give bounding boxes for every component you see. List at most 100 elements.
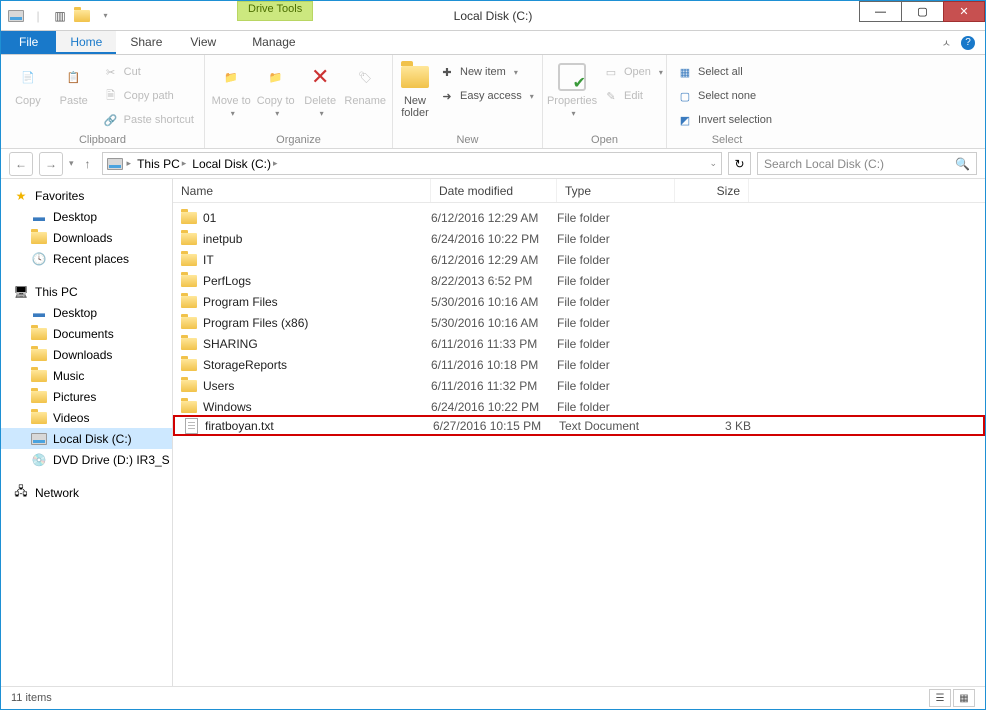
tree-videos[interactable]: Videos — [1, 407, 172, 428]
computer-icon: 🖥 — [13, 284, 29, 300]
file-name: Windows — [203, 400, 252, 414]
crumb-local-disk[interactable]: Local Disk (C:)▸ — [190, 157, 279, 171]
search-icon[interactable]: 🔍 — [955, 157, 970, 171]
select-none-button[interactable]: ▢Select none — [673, 85, 776, 107]
refresh-button[interactable]: ↻ — [728, 152, 751, 175]
tree-downloads-2[interactable]: Downloads — [1, 344, 172, 365]
invert-selection-button[interactable]: ◩Invert selection — [673, 109, 776, 131]
tree-music[interactable]: Music — [1, 365, 172, 386]
desktop-icon: ▬ — [31, 305, 47, 321]
qat-sep: | — [29, 7, 47, 25]
properties-button[interactable]: Properties — [549, 57, 595, 118]
help-icon[interactable]: ? — [961, 36, 975, 50]
back-button[interactable]: ← — [9, 152, 33, 176]
open-button[interactable]: ▭Open — [599, 61, 667, 83]
qat-properties-icon[interactable]: ▥ — [51, 7, 69, 25]
file-date: 6/24/2016 10:22 PM — [431, 232, 557, 246]
window-title: Local Disk (C:) — [454, 9, 533, 23]
downloads-icon — [31, 230, 47, 246]
file-row[interactable]: firatboyan.txt6/27/2016 10:15 PMText Doc… — [173, 415, 985, 436]
folder-icon — [181, 336, 197, 352]
maximize-button[interactable]: ▢ — [901, 1, 943, 22]
tree-desktop-2[interactable]: ▬Desktop — [1, 302, 172, 323]
tree-pictures[interactable]: Pictures — [1, 386, 172, 407]
file-name: StorageReports — [203, 358, 287, 372]
group-organize-label: Organize — [211, 134, 386, 148]
newitem-icon: ✚ — [439, 64, 455, 80]
qat-newfolder-icon[interactable] — [73, 7, 91, 25]
file-type: File folder — [557, 358, 675, 372]
copy-to-button[interactable]: 📁Copy to — [255, 57, 295, 118]
file-type: File folder — [557, 232, 675, 246]
col-type[interactable]: Type — [557, 179, 675, 202]
recent-icon: 🕓 — [31, 251, 47, 267]
column-headers: Name Date modified Type Size — [173, 179, 985, 203]
tree-downloads[interactable]: Downloads — [1, 227, 172, 248]
paste-button[interactable]: 📋Paste — [53, 57, 95, 107]
file-row[interactable]: Program Files (x86)5/30/2016 10:16 AMFil… — [173, 312, 985, 333]
disk-icon — [31, 431, 47, 447]
tab-view[interactable]: View — [176, 31, 230, 54]
close-button[interactable]: ✕ — [943, 1, 985, 22]
qat-customize-icon[interactable] — [95, 7, 113, 25]
recent-locations-icon[interactable]: ▾ — [69, 158, 74, 169]
ribbon-tabs: File Home Share View Manage ㅅ ? — [1, 31, 985, 55]
tree-this-pc[interactable]: 🖥This PC — [1, 281, 172, 302]
up-button[interactable]: ↑ — [80, 152, 96, 176]
tab-home[interactable]: Home — [56, 31, 116, 54]
network-icon: 🖧 — [13, 485, 29, 501]
select-all-button[interactable]: ▦Select all — [673, 61, 776, 83]
col-size[interactable]: Size — [675, 179, 749, 202]
edit-button[interactable]: ✎Edit — [599, 85, 667, 107]
tree-desktop[interactable]: ▬Desktop — [1, 206, 172, 227]
file-row[interactable]: PerfLogs8/22/2013 6:52 PMFile folder — [173, 270, 985, 291]
file-date: 6/24/2016 10:22 PM — [431, 400, 557, 414]
minimize-button[interactable]: — — [859, 1, 901, 22]
forward-button[interactable]: → — [39, 152, 63, 176]
system-menu-icon[interactable] — [7, 7, 25, 25]
file-row[interactable]: Users6/11/2016 11:32 PMFile folder — [173, 375, 985, 396]
tab-share[interactable]: Share — [116, 31, 176, 54]
tab-manage[interactable]: Manage — [238, 31, 309, 54]
rename-button[interactable]: 🏷Rename — [344, 57, 386, 107]
file-row[interactable]: 016/12/2016 12:29 AMFile folder — [173, 207, 985, 228]
tree-favorites[interactable]: ★Favorites — [1, 185, 172, 206]
move-to-button[interactable]: 📁Move to — [211, 57, 251, 118]
folder-icon — [181, 252, 197, 268]
tree-recent[interactable]: 🕓Recent places — [1, 248, 172, 269]
paste-shortcut-button[interactable]: 🔗Paste shortcut — [99, 109, 198, 131]
copy-button[interactable]: 📄Copy — [7, 57, 49, 107]
ribbon: 📄Copy 📋Paste ✂Cut 🗎Copy path 🔗Paste shor… — [1, 55, 985, 149]
file-row[interactable]: inetpub6/24/2016 10:22 PMFile folder — [173, 228, 985, 249]
tree-local-disk[interactable]: Local Disk (C:) — [1, 428, 172, 449]
new-folder-button[interactable]: New folder — [399, 57, 431, 119]
delete-button[interactable]: ✕Delete — [300, 57, 340, 118]
tree-network[interactable]: 🖧Network — [1, 482, 172, 503]
file-row[interactable]: StorageReports6/11/2016 10:18 PMFile fol… — [173, 354, 985, 375]
col-name[interactable]: Name — [173, 179, 431, 202]
view-large-icons-button[interactable]: ▦ — [953, 689, 975, 707]
tree-dvd-drive[interactable]: 💿DVD Drive (D:) IR3_S — [1, 449, 172, 470]
search-box[interactable]: Search Local Disk (C:) 🔍 — [757, 152, 977, 175]
new-item-button[interactable]: ✚New item — [435, 61, 538, 83]
address-dropdown-icon[interactable]: ⌄ — [709, 158, 717, 169]
minimize-ribbon-icon[interactable]: ㅅ — [942, 35, 951, 50]
copy-path-button[interactable]: 🗎Copy path — [99, 85, 198, 107]
navigation-bar: ← → ▾ ↑ ▸ This PC▸ Local Disk (C:)▸ ⌄ ↻ … — [1, 149, 985, 179]
file-date: 6/27/2016 10:15 PM — [433, 419, 559, 433]
address-bar[interactable]: ▸ This PC▸ Local Disk (C:)▸ ⌄ — [102, 152, 722, 175]
file-row[interactable]: IT6/12/2016 12:29 AMFile folder — [173, 249, 985, 270]
easy-access-button[interactable]: ➜Easy access — [435, 85, 538, 107]
file-row[interactable]: Windows6/24/2016 10:22 PMFile folder — [173, 396, 985, 417]
cut-button[interactable]: ✂Cut — [99, 61, 198, 83]
tab-file[interactable]: File — [1, 31, 56, 54]
tree-documents[interactable]: Documents — [1, 323, 172, 344]
folder-icon — [181, 378, 197, 394]
file-row[interactable]: SHARING6/11/2016 11:33 PMFile folder — [173, 333, 985, 354]
drive-tools-contextual-tab[interactable]: Drive Tools — [237, 1, 313, 21]
col-date[interactable]: Date modified — [431, 179, 557, 202]
view-details-button[interactable]: ☰ — [929, 689, 951, 707]
file-date: 6/11/2016 11:33 PM — [431, 337, 557, 351]
file-row[interactable]: Program Files5/30/2016 10:16 AMFile fold… — [173, 291, 985, 312]
crumb-this-pc[interactable]: This PC▸ — [135, 157, 188, 171]
